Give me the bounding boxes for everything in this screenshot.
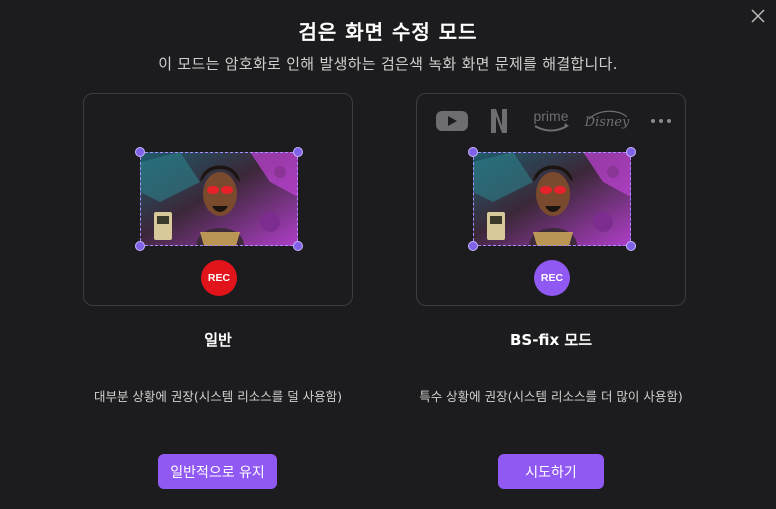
selection-frame bbox=[473, 152, 631, 246]
dialog-subtitle: 이 모드는 암호화로 인해 발생하는 검은색 녹화 화면 문제를 해결합니다. bbox=[158, 55, 618, 73]
youtube-icon bbox=[435, 107, 469, 135]
normal-mode-description: 대부분 상황에 권장(시스템 리소스를 덜 사용함) bbox=[93, 389, 343, 404]
resize-handle bbox=[293, 241, 303, 251]
resize-handle bbox=[468, 241, 478, 251]
resize-handle bbox=[135, 147, 145, 157]
streaming-services-row: prime Disney bbox=[435, 107, 675, 135]
preview-thumbnail bbox=[135, 147, 303, 251]
rec-icon: REC bbox=[534, 260, 570, 296]
keep-normal-button[interactable]: 일반적으로 유지 bbox=[158, 454, 277, 489]
disney-icon: Disney bbox=[581, 107, 633, 135]
prime-label: prime bbox=[533, 108, 568, 124]
bs-fix-mode-description: 특수 상황에 권장(시스템 리소스를 더 많이 사용함) bbox=[419, 389, 683, 404]
normal-mode-title: 일반 bbox=[204, 331, 232, 349]
preview-thumbnail bbox=[468, 147, 636, 251]
selection-frame bbox=[140, 152, 298, 246]
netflix-icon bbox=[489, 107, 509, 135]
try-bs-fix-button[interactable]: 시도하기 bbox=[498, 454, 604, 489]
resize-handle bbox=[293, 147, 303, 157]
bs-fix-mode-card[interactable]: prime Disney REC bbox=[416, 93, 686, 306]
more-icon[interactable] bbox=[649, 107, 673, 135]
prime-video-icon: prime bbox=[529, 107, 573, 135]
dialog-title: 검은 화면 수정 모드 bbox=[298, 20, 478, 44]
resize-handle bbox=[626, 147, 636, 157]
black-screen-fix-dialog: 검은 화면 수정 모드 이 모드는 암호화로 인해 발생하는 검은색 녹화 화면… bbox=[0, 0, 776, 509]
resize-handle bbox=[626, 241, 636, 251]
normal-mode-card[interactable]: REC bbox=[83, 93, 353, 306]
resize-handle bbox=[135, 241, 145, 251]
bs-fix-mode-title: BS-fix 모드 bbox=[509, 331, 593, 349]
resize-handle bbox=[468, 147, 478, 157]
rec-icon: REC bbox=[201, 260, 237, 296]
